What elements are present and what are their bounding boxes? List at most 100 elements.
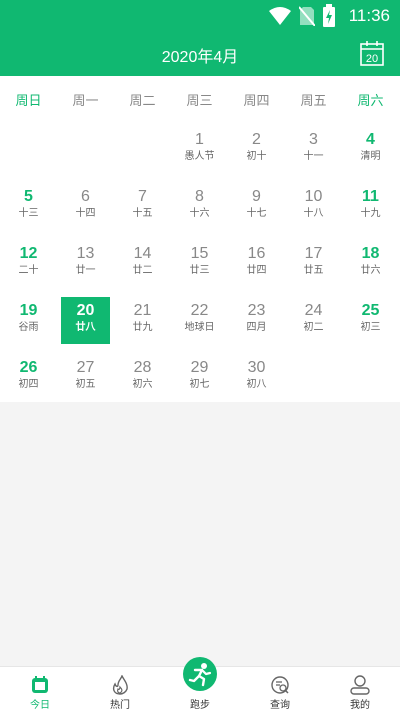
- calendar-day[interactable]: 11 十九: [346, 183, 395, 230]
- lunar-date: 初六: [132, 379, 153, 390]
- day-number: 13: [76, 245, 95, 262]
- calendar-day[interactable]: 15 廿三: [175, 240, 224, 287]
- calendar-day[interactable]: 28 初六: [118, 354, 167, 401]
- day-number: 27: [76, 359, 95, 376]
- lunar-date: 初二: [303, 322, 324, 333]
- day-number: 30: [247, 359, 266, 376]
- day-number: 21: [133, 302, 152, 319]
- calendar-day[interactable]: 13 廿一: [61, 240, 110, 287]
- calendar-day[interactable]: 10 十八: [289, 183, 338, 230]
- day-number: 16: [247, 245, 266, 262]
- calendar-grid: 周日 周一 周二 周三 周四 周五 周六 1 愚人节 2 初十 3 十一 4 清明 5 十三 6 十四 7 十五 8 十六…: [0, 76, 400, 402]
- lunar-date: 十三: [18, 208, 39, 219]
- calendar-day[interactable]: 9 十七: [232, 183, 281, 230]
- calendar-day[interactable]: 20 廿八: [61, 297, 110, 344]
- day-number: 20: [76, 302, 95, 319]
- calendar-day[interactable]: 16 廿四: [232, 240, 281, 287]
- calendar-day[interactable]: 18 廿六: [346, 240, 395, 287]
- lunar-date: 四月: [246, 322, 267, 333]
- weekday-label: 周三: [186, 94, 213, 109]
- status-time: 11:36: [348, 6, 390, 25]
- nav-tab-label: 我的: [350, 700, 370, 711]
- nav-tab-1[interactable]: 热门: [80, 667, 160, 712]
- calendar-day[interactable]: 27 初五: [61, 354, 110, 401]
- calendar-day[interactable]: 12 二十: [4, 240, 53, 287]
- lunar-date: 初七: [189, 379, 210, 390]
- calendar-day[interactable]: 1 愚人节: [175, 126, 224, 173]
- calendar-day[interactable]: 6 十四: [61, 183, 110, 230]
- day-number: 12: [19, 245, 38, 262]
- lunar-date: 廿一: [75, 265, 96, 276]
- weekday-label: 周六: [357, 94, 384, 109]
- calendar-day[interactable]: 22 地球日: [175, 297, 224, 344]
- lunar-date: 廿九: [132, 322, 153, 333]
- weekday-label: 周一: [72, 94, 99, 109]
- day-number: 10: [304, 188, 323, 205]
- calendar-day[interactable]: 5 十三: [4, 183, 53, 230]
- calendar-day[interactable]: 30 初八: [232, 354, 281, 401]
- calendar-day[interactable]: 4 清明: [346, 126, 395, 173]
- calendar-day[interactable]: 29 初七: [175, 354, 224, 401]
- calendar-day[interactable]: 24 初二: [289, 297, 338, 344]
- lunar-date: 愚人节: [184, 151, 215, 162]
- runner-icon: [188, 663, 212, 687]
- lunar-date: 初五: [75, 379, 96, 390]
- nav-tab-0[interactable]: 今日: [0, 667, 80, 712]
- day-number: 19: [19, 302, 38, 319]
- day-number: 18: [361, 245, 380, 262]
- lunar-date: 地球日: [184, 322, 215, 333]
- search-doc-icon: [270, 675, 290, 695]
- today-button[interactable]: 20: [360, 40, 384, 66]
- calendar-header: 2020年4月 20: [0, 32, 400, 76]
- day-number: 8: [195, 188, 204, 205]
- day-number: 4: [366, 131, 375, 148]
- nav-tab-label: 热门: [110, 700, 130, 711]
- nav-tab-3[interactable]: 查询: [240, 667, 320, 712]
- user-icon: [350, 675, 370, 695]
- calendar-day[interactable]: 7 十五: [118, 183, 167, 230]
- calendar-day[interactable]: 19 谷雨: [4, 297, 53, 344]
- day-number: 6: [81, 188, 90, 205]
- lunar-date: 初八: [246, 379, 267, 390]
- day-number: 24: [304, 302, 323, 319]
- weekday-label: 周二: [129, 94, 156, 109]
- day-number: 17: [304, 245, 323, 262]
- lunar-date: 廿二: [132, 265, 153, 276]
- nav-tab-label: 查询: [270, 700, 290, 711]
- day-number: 25: [361, 302, 380, 319]
- lunar-date: 初四: [18, 379, 39, 390]
- lunar-date: 十四: [75, 208, 96, 219]
- battery-charging-icon: [323, 4, 335, 27]
- day-number: 23: [247, 302, 266, 319]
- day-number: 5: [24, 188, 33, 205]
- calendar-day[interactable]: 23 四月: [232, 297, 281, 344]
- day-number: 28: [133, 359, 152, 376]
- no-sim-icon: [299, 6, 315, 26]
- calendar-day[interactable]: 21 廿九: [118, 297, 167, 344]
- calendar-day[interactable]: 2 初十: [232, 126, 281, 173]
- lunar-date: 廿八: [75, 322, 96, 333]
- month-title[interactable]: 2020年4月: [0, 43, 400, 67]
- lunar-date: 廿三: [189, 265, 210, 276]
- calendar-day[interactable]: 14 廿二: [118, 240, 167, 287]
- nav-tab-4[interactable]: 我的: [320, 667, 400, 712]
- weekday-label: 周五: [300, 94, 327, 109]
- day-number: 2: [252, 131, 261, 148]
- lunar-date: 十六: [189, 208, 210, 219]
- calendar-day[interactable]: 17 廿五: [289, 240, 338, 287]
- nav-tab-label: 今日: [30, 700, 50, 711]
- today-button-date: 20: [366, 53, 378, 65]
- calendar-day[interactable]: 25 初三: [346, 297, 395, 344]
- run-fab-button[interactable]: [183, 657, 217, 691]
- calendar-day[interactable]: 3 十一: [289, 126, 338, 173]
- day-number: 29: [190, 359, 209, 376]
- day-number: 14: [133, 245, 152, 262]
- lunar-date: 十九: [360, 208, 381, 219]
- lunar-date: 廿五: [303, 265, 324, 276]
- calendar-day[interactable]: 8 十六: [175, 183, 224, 230]
- calendar-today-icon: 20: [360, 41, 384, 66]
- day-number: 22: [190, 302, 209, 319]
- day-number: 9: [252, 188, 261, 205]
- lunar-date: 十一: [303, 151, 324, 162]
- calendar-day[interactable]: 26 初四: [4, 354, 53, 401]
